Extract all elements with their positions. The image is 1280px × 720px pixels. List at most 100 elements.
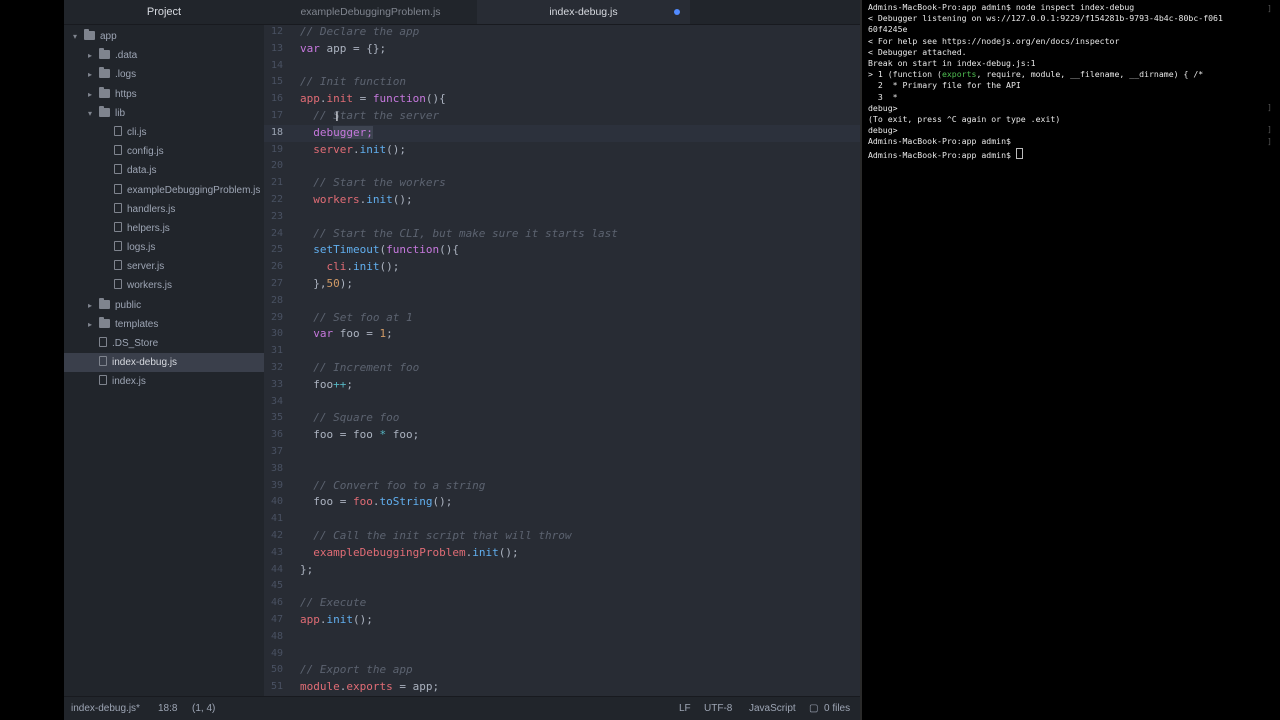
code-line[interactable]: 23 <box>264 209 860 226</box>
code-token: // Call the init script that will throw <box>300 529 572 542</box>
code-token: // Declare the app <box>300 25 420 38</box>
code-line[interactable]: 43 exampleDebuggingProblem.init(); <box>264 545 860 562</box>
code-line[interactable]: 35 // Square foo <box>264 410 860 427</box>
chevron-right-icon: ▸ <box>87 51 92 61</box>
code-line[interactable]: 50 // Export the app <box>264 662 860 679</box>
line-number: 32 <box>270 362 283 373</box>
code-line[interactable]: 51 module.exports = app; <box>264 679 860 696</box>
line-number: 37 <box>270 446 283 457</box>
code-line[interactable]: 42 // Call the init script that will thr… <box>264 528 860 545</box>
code-line[interactable]: 40 foo = foo.toString(); <box>264 494 860 511</box>
code-text: app.init(); <box>300 612 373 629</box>
status-line-ending[interactable]: LF <box>679 697 691 720</box>
code-token: foo; <box>386 428 420 442</box>
tree-item-label: public <box>115 299 142 311</box>
tree-item-label: lib <box>115 107 126 119</box>
tree-file[interactable]: config.js <box>64 142 264 161</box>
code-line[interactable]: 25 setTimeout(function(){ <box>264 242 860 259</box>
code-line[interactable]: 20 <box>264 158 860 175</box>
status-git[interactable]: 0 files <box>824 697 850 720</box>
tree-file[interactable]: exampleDebuggingProblem.js <box>64 181 264 200</box>
tree-folder[interactable]: ▸ templates <box>64 315 264 334</box>
code-line[interactable]: 22 workers.init(); <box>264 192 860 209</box>
code-line[interactable]: 49 <box>264 646 860 663</box>
tab-index-debug[interactable]: index-debug.js <box>477 0 690 24</box>
terminal-text: Admins-MacBook-Pro:app admin$ node inspe… <box>868 2 1135 12</box>
terminal-text: < For help see https://nodejs.org/en/doc… <box>868 35 1120 46</box>
code-line[interactable]: 29 // Set foo at 1 <box>264 310 860 327</box>
code-line[interactable]: 12 // Declare the app <box>264 24 860 41</box>
code-text: setTimeout(function(){ <box>300 242 459 259</box>
tree-file[interactable]: index.js <box>64 372 264 391</box>
tree-file[interactable]: server.js <box>64 257 264 276</box>
code-line[interactable]: 32 // Increment foo <box>264 360 860 377</box>
tree-folder[interactable]: ▸ public <box>64 296 264 315</box>
tree-folder[interactable]: ▸ .data <box>64 46 264 65</box>
code-line[interactable]: 24 // Start the CLI, but make sure it st… <box>264 226 860 243</box>
modified-dot-icon[interactable] <box>674 9 680 15</box>
tree-file[interactable]: handlers.js <box>64 200 264 219</box>
code-line[interactable]: 33 foo++; <box>264 377 860 394</box>
status-grammar[interactable]: JavaScript <box>749 697 796 720</box>
code-token: 50 <box>326 277 340 290</box>
code-line[interactable]: 27 },50); <box>264 276 860 293</box>
code-token: (); <box>432 495 453 509</box>
code-line[interactable]: 19 server.init(); <box>264 142 860 159</box>
code-token: (); <box>379 260 400 274</box>
code-line[interactable]: 18 debugger; <box>264 124 860 142</box>
code-token: ); <box>339 277 353 290</box>
code-line[interactable]: 13 var app = {}; <box>264 41 860 58</box>
line-number: 15 <box>270 76 283 88</box>
code-line[interactable]: 26 cli.init(); <box>264 259 860 276</box>
code-line[interactable]: 34 <box>264 394 860 411</box>
code-line[interactable]: 36 foo = foo * foo; <box>264 427 860 444</box>
code-text: // Execute <box>300 595 366 612</box>
status-cursor-position[interactable]: 18:8 <box>158 697 177 720</box>
code-line[interactable]: 21 // Start the workers <box>264 175 860 192</box>
code-line[interactable]: 15 // Init function <box>264 74 860 91</box>
code-text: }; <box>300 562 313 579</box>
code-line[interactable]: 47 app.init(); <box>264 612 860 629</box>
chevron-right-icon: ▸ <box>87 70 92 80</box>
terminal-text: 3 * <box>868 91 898 102</box>
code-line[interactable]: 41 <box>264 511 860 528</box>
code-line[interactable]: 30 var foo = 1; <box>264 326 860 343</box>
tree-file[interactable]: workers.js <box>64 276 264 295</box>
code-line[interactable]: 31 <box>264 343 860 360</box>
tree-file[interactable]: helpers.js <box>64 219 264 238</box>
tree-file[interactable]: logs.js <box>64 238 264 257</box>
code-line[interactable]: 48 <box>264 629 860 646</box>
code-area[interactable]: 12 // Declare the app 13 var app = {}; 14 15 /… <box>264 24 860 696</box>
code-line[interactable]: 28 <box>264 293 860 310</box>
tree-file[interactable]: .DS_Store <box>64 334 264 353</box>
terminal-pane[interactable]: ] ] ] ] Admins-MacBook-Pro:app admin$ no… <box>860 0 1280 720</box>
tree-file[interactable]: data.js <box>64 161 264 180</box>
code-line[interactable]: 38 <box>264 461 860 478</box>
tree-folder[interactable]: ▸ https <box>64 85 264 104</box>
code-line[interactable]: 37 <box>264 444 860 461</box>
code-token: function <box>372 92 426 106</box>
terminal-cursor-icon[interactable] <box>1015 147 1023 159</box>
code-line[interactable]: 16 app.init = function(){ <box>264 91 860 108</box>
tree-folder[interactable]: ▸ .logs <box>64 65 264 84</box>
folder-icon <box>99 316 110 328</box>
terminal-text: > 1 (function ( <box>868 69 942 80</box>
code-line[interactable]: 17 // Start the server <box>264 108 860 125</box>
tree-file[interactable]: index-debug.js <box>64 353 264 373</box>
code-line[interactable]: 44}; <box>264 562 860 579</box>
tree-folder[interactable]: ▾ lib <box>64 104 264 123</box>
code-line[interactable]: 14 <box>264 58 860 75</box>
code-text: var foo = 1; <box>300 326 392 343</box>
status-encoding[interactable]: UTF-8 <box>704 697 732 720</box>
tree-folder[interactable]: ▾ app <box>64 27 264 46</box>
tab-example-debugging-problem[interactable]: exampleDebuggingProblem.js <box>264 0 477 24</box>
code-line[interactable]: 46 // Execute <box>264 595 860 612</box>
code-line[interactable]: 45 <box>264 578 860 595</box>
tree-file[interactable]: cli.js <box>64 123 264 142</box>
code-line[interactable]: 39 // Convert foo to a string <box>264 478 860 495</box>
code-token: // Execute <box>300 596 367 610</box>
status-file[interactable]: index-debug.js* <box>71 697 140 720</box>
